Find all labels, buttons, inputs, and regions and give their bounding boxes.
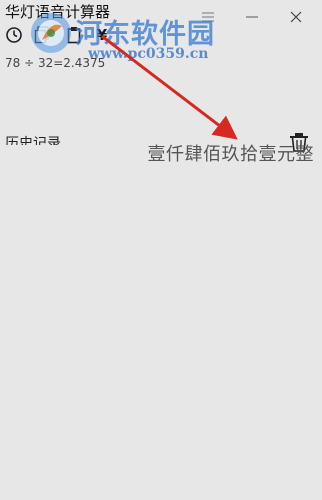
result-display: 壹仟肆佰玖拾壹元整 [147,144,314,165]
history-tool-button[interactable] [3,24,25,46]
clock-icon [6,27,22,43]
history-label: 历史记录 [5,136,61,145]
watermark-logo [31,13,71,53]
minimize-button[interactable] [230,0,274,34]
close-icon [290,11,302,23]
expression-display: 78 ÷ 32=2.4375 [5,56,106,70]
minimize-icon [246,16,258,18]
watermark-url: www.pc0359.cn [88,46,209,62]
close-button[interactable] [274,0,318,34]
